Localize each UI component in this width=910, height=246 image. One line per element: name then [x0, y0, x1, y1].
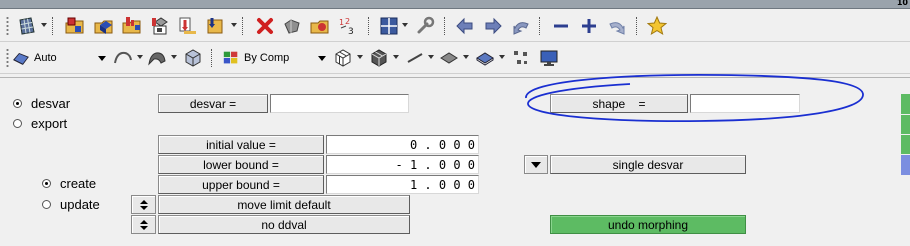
undo-morphing-button[interactable]: undo morphing — [550, 215, 746, 234]
chevron-down-icon[interactable] — [393, 55, 399, 59]
color-mode-dropdown[interactable]: By Comp — [222, 48, 328, 68]
chevron-down-icon[interactable] — [499, 55, 505, 59]
export-icon[interactable] — [177, 15, 199, 37]
svg-text:1: 1 — [339, 18, 344, 27]
toolbar-separator — [368, 17, 370, 35]
toolbar-separator — [636, 17, 638, 35]
chevron-down-icon[interactable] — [231, 23, 237, 27]
side-tab-blue[interactable] — [901, 155, 910, 175]
upper-bound-label[interactable]: upper bound = — [158, 175, 324, 194]
radio-update-label: update — [60, 197, 100, 212]
shaded-display-icon — [13, 52, 29, 65]
arrow-left-icon[interactable] — [454, 15, 476, 37]
display-mode-dropdown[interactable]: Auto — [12, 48, 108, 68]
chevron-down-icon[interactable] — [428, 55, 434, 59]
side-tab-green[interactable] — [901, 115, 910, 134]
redo-icon[interactable] — [606, 15, 628, 37]
visualization-toolbar: Auto By Comp — [0, 42, 910, 74]
chevron-down-icon[interactable] — [41, 23, 47, 27]
toolbar-grip[interactable] — [6, 48, 9, 68]
delete-icon[interactable] — [254, 15, 276, 37]
undo-icon[interactable] — [510, 15, 532, 37]
cube-icon[interactable] — [182, 47, 204, 69]
plus-icon[interactable] — [578, 15, 600, 37]
radio-export-label: export — [31, 116, 68, 131]
initial-value-label[interactable]: initial value = — [158, 135, 324, 154]
shape-button[interactable]: shape = — [550, 94, 688, 113]
minus-icon[interactable] — [550, 15, 572, 37]
mesh-grid-icon[interactable] — [16, 15, 38, 37]
lower-bound-field[interactable]: - 1 . 0 0 0 — [326, 155, 479, 174]
desvar-name-field[interactable] — [270, 94, 409, 113]
radio-desvar[interactable]: desvar — [13, 96, 70, 111]
single-desvar-button[interactable]: single desvar — [550, 155, 746, 174]
side-tab-green[interactable] — [901, 135, 910, 154]
wireframe-cube-icon[interactable] — [332, 47, 354, 69]
toolbar-separator — [52, 17, 54, 35]
display-mode-label: Auto — [34, 52, 57, 64]
lower-bound-label[interactable]: lower bound = — [158, 155, 324, 174]
import-model-icon[interactable] — [93, 15, 115, 37]
solid-surface-icon[interactable] — [146, 47, 168, 69]
svg-text:3: 3 — [348, 27, 354, 36]
plane-icon[interactable] — [438, 47, 460, 69]
surface-blue-icon[interactable] — [474, 47, 496, 69]
radio-indicator-selected — [13, 99, 22, 108]
radio-export[interactable]: export — [13, 116, 67, 131]
export-options-icon[interactable] — [205, 15, 227, 37]
window-titlebar: 10 — [0, 0, 910, 9]
toolbar-separator — [444, 17, 446, 35]
review-icon[interactable] — [309, 15, 331, 37]
chevron-down-icon[interactable] — [463, 55, 469, 59]
toolbar-separator — [539, 17, 541, 35]
nodes-icon[interactable] — [510, 47, 532, 69]
chevron-down-icon[interactable] — [357, 55, 363, 59]
svg-text:2: 2 — [345, 17, 350, 26]
desvar-panel: desvar export desvar = shape = initial v… — [0, 77, 910, 246]
save-model-icon[interactable] — [149, 15, 171, 37]
chevron-down-icon[interactable] — [402, 23, 408, 27]
radio-create[interactable]: create — [42, 176, 96, 191]
radio-indicator-selected — [42, 179, 51, 188]
chevron-down-icon — [318, 56, 326, 61]
chevron-down-icon — [98, 56, 106, 61]
toolbar-grip[interactable] — [6, 16, 9, 36]
no-ddval-button[interactable]: no ddval — [158, 215, 410, 234]
color-mode-label: By Comp — [244, 52, 290, 64]
side-tab-green[interactable] — [901, 94, 910, 114]
initial-value-field[interactable]: 0 . 0 0 0 — [326, 135, 479, 154]
move-limit-toggle[interactable] — [131, 195, 156, 214]
desvar-type-dropdown[interactable] — [524, 155, 548, 174]
chevron-down-icon — [531, 161, 541, 168]
star-icon[interactable] — [646, 15, 668, 37]
shape-name-field[interactable] — [690, 94, 800, 113]
ddval-toggle[interactable] — [131, 215, 156, 234]
radio-indicator — [13, 119, 22, 128]
surface-shape-icon[interactable] — [112, 47, 134, 69]
mask-icon[interactable] — [281, 15, 303, 37]
component-color-icon — [223, 51, 238, 64]
import-geometry-icon[interactable] — [121, 15, 143, 37]
upper-bound-field[interactable]: 1 . 0 0 0 — [326, 175, 479, 194]
move-limit-default-button[interactable]: move limit default — [158, 195, 410, 214]
monitor-icon[interactable] — [538, 47, 560, 69]
titlebar-corner-text: 10 — [896, 0, 908, 7]
shaded-mesh-cube-icon[interactable] — [368, 47, 390, 69]
desvar-button[interactable]: desvar = — [158, 94, 268, 113]
radio-update[interactable]: update — [42, 197, 100, 212]
main-toolbar: 123 — [0, 10, 910, 42]
window-layout-icon[interactable] — [378, 15, 400, 37]
chevron-down-icon[interactable] — [171, 55, 177, 59]
numbers-icon[interactable]: 123 — [337, 15, 359, 37]
chevron-down-icon[interactable] — [137, 55, 143, 59]
radio-desvar-label: desvar — [31, 96, 71, 111]
radio-indicator — [42, 200, 51, 209]
open-model-icon[interactable] — [64, 15, 86, 37]
toolbar-separator — [211, 49, 213, 67]
radio-create-label: create — [60, 176, 97, 191]
toolbar-separator — [242, 17, 244, 35]
line-icon[interactable] — [404, 47, 426, 69]
arrow-right-icon[interactable] — [482, 15, 504, 37]
wrench-icon[interactable] — [414, 15, 436, 37]
